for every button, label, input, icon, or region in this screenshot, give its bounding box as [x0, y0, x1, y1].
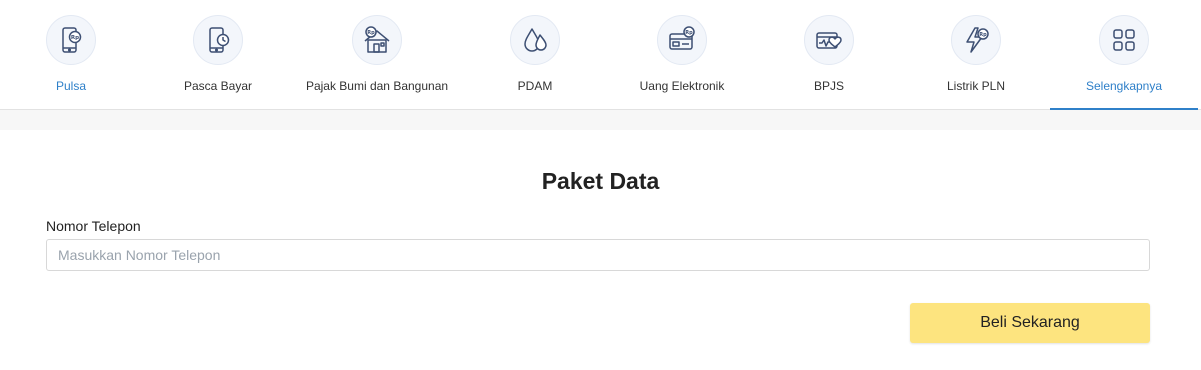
phone-clock-icon	[193, 15, 243, 65]
health-card-icon	[804, 15, 854, 65]
grid-icon	[1099, 15, 1149, 65]
tab-bpjs[interactable]: BPJS	[755, 0, 903, 110]
tab-label: Pasca Bayar	[183, 79, 253, 93]
tab-pajak-bumi-bangunan[interactable]: Rp Pajak Bumi dan Bangunan	[303, 0, 451, 110]
tab-pdam[interactable]: PDAM	[461, 0, 609, 110]
tab-label: PDAM	[517, 79, 553, 93]
svg-text:Rp: Rp	[685, 30, 693, 36]
tab-label: Pulsa	[55, 79, 87, 93]
tab-uang-elektronik[interactable]: Rp Uang Elektronik	[608, 0, 756, 110]
lightning-rp-icon: Rp	[951, 15, 1001, 65]
house-rp-icon: Rp	[352, 15, 402, 65]
tab-listrik-pln[interactable]: Rp Listrik PLN	[902, 0, 1050, 110]
phone-number-label: Nomor Telepon	[46, 218, 141, 234]
card-rp-icon: Rp	[657, 15, 707, 65]
tab-label: Pajak Bumi dan Bangunan	[305, 79, 449, 93]
page-title: Paket Data	[541, 168, 660, 194]
tab-pulsa[interactable]: Rp Pulsa	[0, 0, 145, 110]
svg-text:Rp: Rp	[71, 35, 79, 41]
svg-text:Rp: Rp	[979, 32, 987, 38]
tab-label: Listrik PLN	[946, 79, 1005, 93]
tab-label: BPJS	[813, 79, 844, 93]
section-divider	[0, 110, 1201, 130]
phone-number-input[interactable]	[46, 239, 1150, 271]
phone-rp-icon: Rp	[46, 15, 96, 65]
water-drops-icon	[510, 15, 560, 65]
service-tabs: Rp Pulsa Pasca Bayar Rp Pajak Bumi dan B…	[0, 0, 1201, 111]
tab-pasca-bayar[interactable]: Pasca Bayar	[144, 0, 292, 110]
tab-label: Selengkapnya	[1085, 79, 1163, 93]
tab-selengkapnya[interactable]: Selengkapnya	[1050, 0, 1198, 111]
buy-now-button[interactable]: Beli Sekarang	[910, 303, 1150, 343]
tab-label: Uang Elektronik	[639, 79, 725, 93]
svg-text:Rp: Rp	[367, 30, 375, 36]
